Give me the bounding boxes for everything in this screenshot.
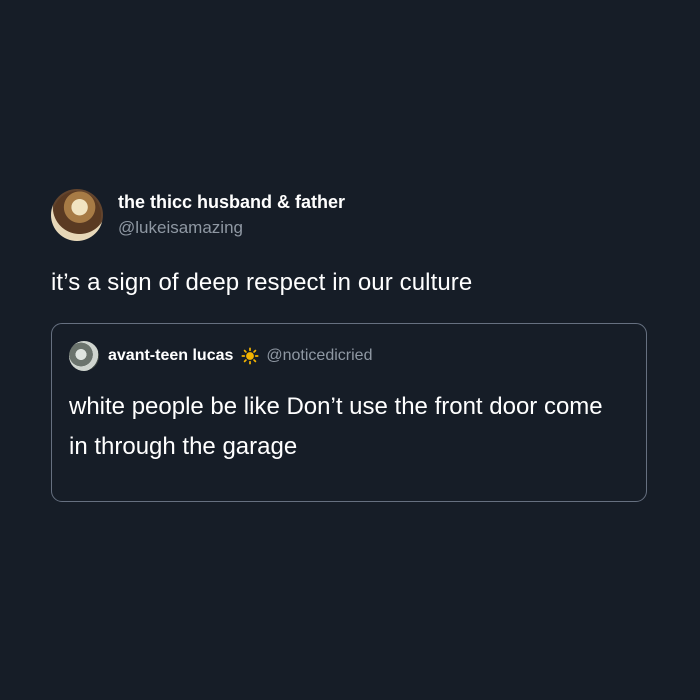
profile-photo-icon[interactable] (51, 189, 103, 241)
tweet-text: it’s a sign of deep respect in our cultu… (51, 269, 473, 296)
quoted-profile-photo-icon[interactable] (69, 341, 99, 371)
tweet-card: the thicc husband & father @lukeisamazin… (51, 186, 651, 502)
quoted-display-name[interactable]: avant-teen lucas (108, 347, 233, 365)
quoted-tweet-card[interactable]: avant-teen lucas @noticedicried white pe… (51, 323, 647, 502)
quoted-username[interactable]: @noticedicried (266, 347, 372, 365)
quoted-tweet-text: white people be like Don’t use the front… (69, 393, 603, 460)
tweet-screenshot: the thicc husband & father @lukeisamazin… (0, 0, 700, 700)
display-name[interactable]: the thicc husband & father (118, 190, 345, 214)
author-info: the thicc husband & father @lukeisamazin… (118, 190, 345, 240)
tweet-author: the thicc husband & father @lukeisamazin… (51, 186, 651, 244)
username[interactable]: @lukeisamazing (118, 216, 345, 240)
sun-icon (241, 347, 259, 365)
quoted-tweet-author: avant-teen lucas @noticedicried (69, 341, 629, 371)
